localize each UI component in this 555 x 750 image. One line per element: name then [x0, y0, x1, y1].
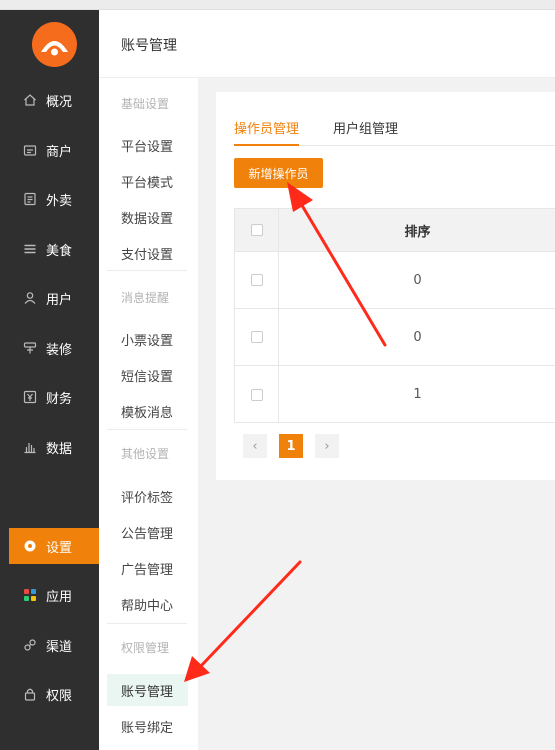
page-1-button[interactable]: 1	[279, 434, 303, 458]
subnav-item-account-binding[interactable]: 账号绑定	[107, 710, 188, 742]
document-icon	[22, 191, 38, 207]
subnav-group-title: 基础设置	[121, 96, 170, 111]
subnav-divider	[107, 429, 187, 430]
sidebar-item-label: 设置	[46, 540, 73, 556]
sidebar-item-permissions[interactable]: 权限	[9, 676, 99, 712]
sidebar-item-users[interactable]: 用户	[9, 280, 99, 316]
sidebar-item-label: 美食	[46, 243, 73, 259]
subnav-divider	[107, 270, 187, 271]
sidebar-item-finance[interactable]: 财务	[9, 379, 99, 415]
operator-table: 排序 0 0 1	[234, 208, 555, 423]
menu-icon	[22, 241, 38, 257]
sidebar-item-takeout[interactable]: 外卖	[9, 181, 99, 217]
subnav-group-title: 消息提醒	[121, 290, 170, 305]
sidebar-item-label: 权限	[46, 688, 73, 704]
apps-icon	[22, 587, 38, 603]
sidebar-item-decoration[interactable]: 装修	[9, 330, 99, 366]
subnav-group-title: 权限管理	[121, 640, 170, 655]
row-checkbox[interactable]	[250, 274, 263, 286]
yen-icon	[22, 389, 38, 405]
main-sidebar: 概况 商户 外卖 美食 用户 装修 财务 数据 设置 应用 渠道 权限	[0, 10, 99, 750]
bar-chart-icon	[22, 439, 38, 455]
home-icon	[22, 92, 38, 108]
link-icon	[22, 637, 38, 653]
sort-value-cell: 1	[413, 387, 422, 402]
page-title: 账号管理	[121, 38, 177, 54]
row-checkbox-cell	[235, 309, 279, 365]
subnav-item-receipt-settings[interactable]: 小票设置	[107, 323, 188, 355]
sidebar-item-label: 装修	[46, 342, 73, 358]
table-row: 0	[235, 309, 555, 366]
page-header: 账号管理	[99, 10, 555, 78]
next-page-button[interactable]: ›	[315, 434, 339, 458]
subnav-item-payment-settings[interactable]: 支付设置	[107, 237, 188, 269]
gear-icon	[22, 538, 38, 554]
merchant-icon	[22, 142, 38, 158]
sidebar-item-label: 财务	[46, 391, 73, 407]
header-checkbox-cell	[235, 209, 279, 251]
app-logo	[32, 22, 77, 67]
sidebar-item-channel[interactable]: 渠道	[9, 627, 99, 663]
sort-value-cell: 0	[413, 272, 422, 288]
sidebar-item-label: 商户	[46, 144, 73, 160]
sidebar-item-label: 应用	[46, 589, 73, 605]
sidebar-item-data[interactable]: 数据	[9, 429, 99, 465]
row-checkbox[interactable]	[250, 331, 263, 343]
row-checkbox-cell	[235, 252, 279, 308]
subnav-item-announcements[interactable]: 公告管理	[107, 516, 188, 548]
tab-bar: 操作员管理 用户组管理	[234, 118, 555, 146]
row-checkbox[interactable]	[250, 388, 263, 401]
sidebar-item-label: 用户	[46, 292, 73, 308]
select-all-checkbox[interactable]	[250, 224, 263, 236]
subnav-divider	[107, 623, 187, 624]
tab-user-group-management[interactable]: 用户组管理	[333, 118, 398, 146]
sidebar-item-label: 渠道	[46, 639, 73, 655]
subnav-item-account-management[interactable]: 账号管理	[107, 674, 188, 706]
browser-top-strip	[0, 0, 555, 10]
sidebar-item-label: 概况	[46, 94, 73, 110]
subnav-item-help-center[interactable]: 帮助中心	[107, 588, 188, 620]
tab-operator-management[interactable]: 操作员管理	[234, 118, 300, 146]
sidebar-item-apps[interactable]: 应用	[9, 577, 99, 613]
arrow-to-account-management	[184, 560, 302, 682]
pagination: ‹ 1 ›	[243, 434, 339, 458]
sidebar-item-label: 外卖	[46, 193, 73, 209]
subnav-group-title: 其他设置	[121, 446, 170, 461]
sidebar-item-food[interactable]: 美食	[9, 231, 99, 267]
settings-subnav: 基础设置 平台设置 平台模式 数据设置 支付设置 消息提醒 小票设置 短信设置 …	[99, 78, 198, 750]
subnav-item-ads[interactable]: 广告管理	[107, 552, 188, 584]
row-checkbox-cell	[235, 366, 279, 423]
sidebar-item-label: 数据	[46, 441, 73, 457]
content-card: 操作员管理 用户组管理 新增操作员 排序 0 0 1 ‹ 1 ›	[216, 92, 555, 480]
table-row: 1	[235, 366, 555, 423]
column-header-sort: 排序	[404, 224, 431, 240]
subnav-item-sms-settings[interactable]: 短信设置	[107, 359, 188, 391]
add-operator-button[interactable]: 新增操作员	[234, 158, 323, 188]
sidebar-item-merchant[interactable]: 商户	[9, 132, 99, 168]
subnav-item-data-settings[interactable]: 数据设置	[107, 201, 188, 233]
lock-icon	[22, 686, 38, 702]
table-header: 排序	[235, 209, 555, 252]
subnav-item-platform-mode[interactable]: 平台模式	[107, 165, 188, 197]
sidebar-item-settings[interactable]: 设置	[9, 528, 99, 564]
user-icon	[22, 290, 38, 306]
sidebar-item-overview[interactable]: 概况	[9, 82, 99, 118]
brush-icon	[22, 340, 38, 356]
prev-page-button[interactable]: ‹	[243, 434, 267, 458]
subnav-item-review-tags[interactable]: 评价标签	[107, 480, 188, 512]
subnav-item-template-messages[interactable]: 模板消息	[107, 395, 188, 427]
subnav-item-platform-settings[interactable]: 平台设置	[107, 129, 188, 161]
sort-value-cell: 0	[413, 329, 422, 345]
table-row: 0	[235, 252, 555, 309]
